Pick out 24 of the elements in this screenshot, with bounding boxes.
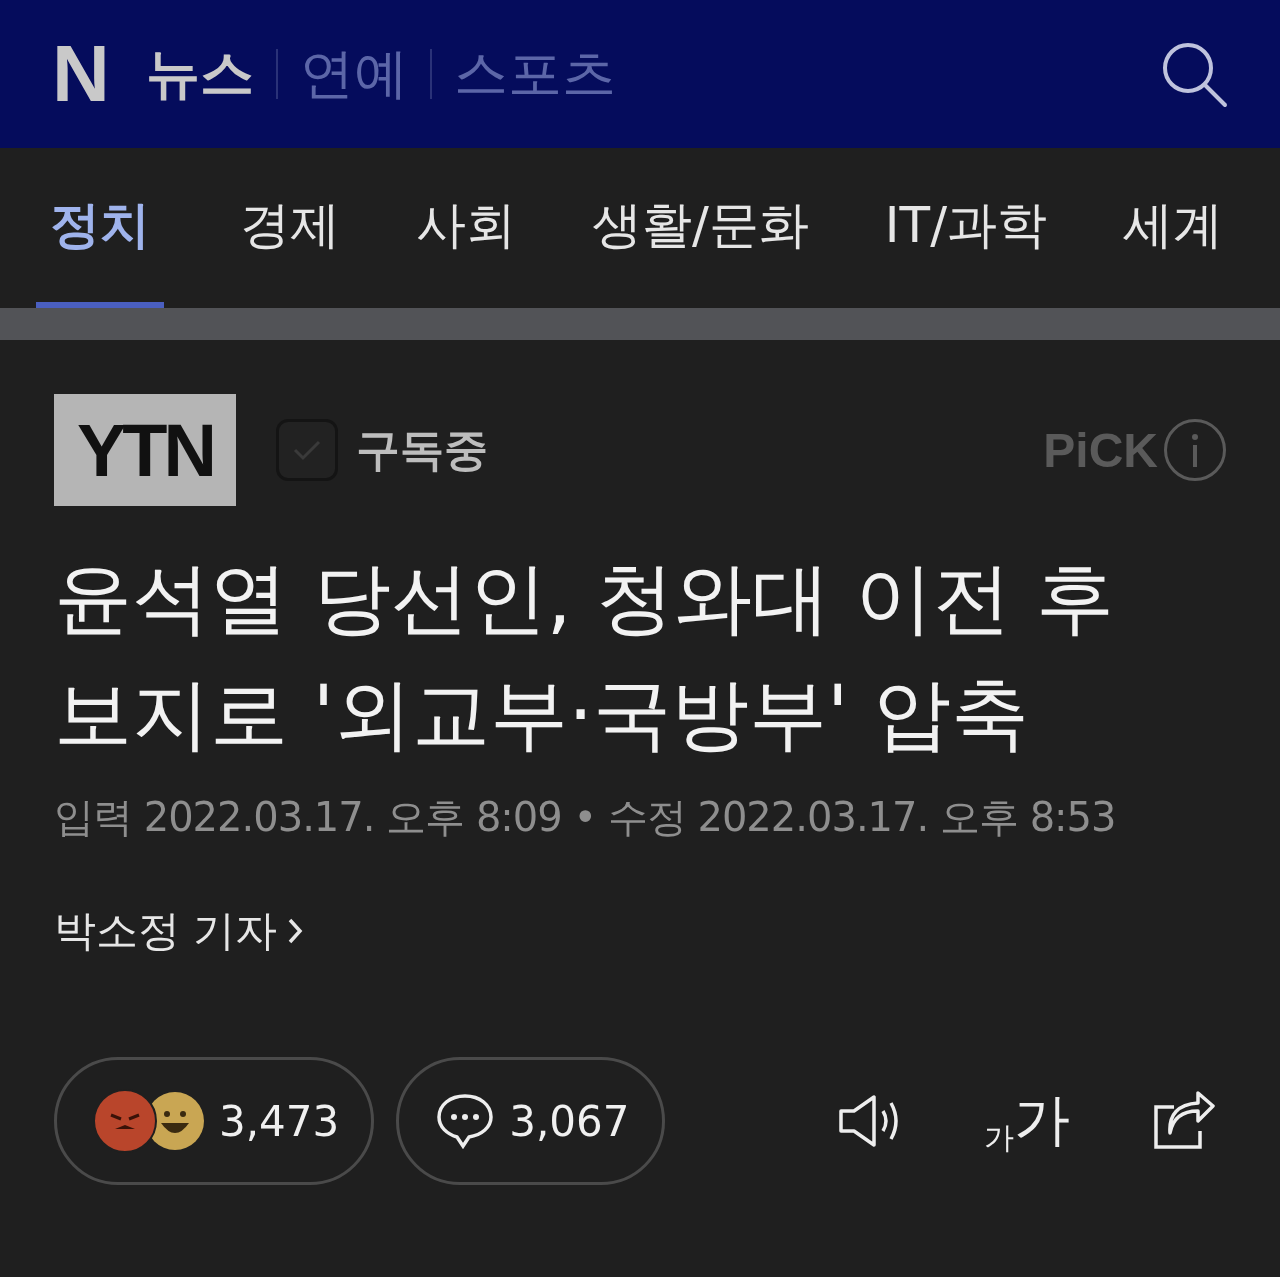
- category-tab[interactable]: 경제: [228, 148, 378, 308]
- subscribe-label: 구독중: [356, 422, 488, 477]
- search-icon[interactable]: [1160, 40, 1228, 108]
- article-headline: 윤석열 당선인, 청와대 이전 후 보지로 '외교부·국방부' 압축: [54, 552, 1115, 761]
- speech-bubble-icon: [435, 1092, 496, 1150]
- press-logo[interactable]: YTN: [54, 394, 236, 506]
- comment-button[interactable]: 3,067: [396, 1057, 665, 1185]
- reaction-button[interactable]: 3,473: [54, 1057, 375, 1185]
- chevron-icon: [287, 917, 304, 945]
- category-tab[interactable]: 사회: [404, 148, 554, 308]
- section-link[interactable]: 뉴스: [145, 47, 254, 101]
- comment-count: 3,067: [509, 1096, 630, 1146]
- reporter-link[interactable]: 박소정 기자: [54, 903, 304, 959]
- emoji-reactions-icon: [93, 1089, 205, 1153]
- reaction-count: 3,473: [219, 1096, 340, 1146]
- article-dates: 입력 2022.03.17. 오후 8:09 • 수정 2022.03.17. 오후 8:53: [54, 793, 1117, 842]
- check-icon: [292, 439, 322, 461]
- category-tab[interactable]: 생활/문화: [580, 148, 847, 308]
- pick-label: PiCK: [1043, 422, 1158, 478]
- category-tab[interactable]: 세계: [1111, 148, 1261, 308]
- info-icon[interactable]: [1164, 419, 1226, 481]
- subscribe-checkbox[interactable]: [276, 419, 338, 481]
- logo[interactable]: N: [52, 34, 110, 114]
- category-tab[interactable]: IT/과학: [872, 148, 1085, 308]
